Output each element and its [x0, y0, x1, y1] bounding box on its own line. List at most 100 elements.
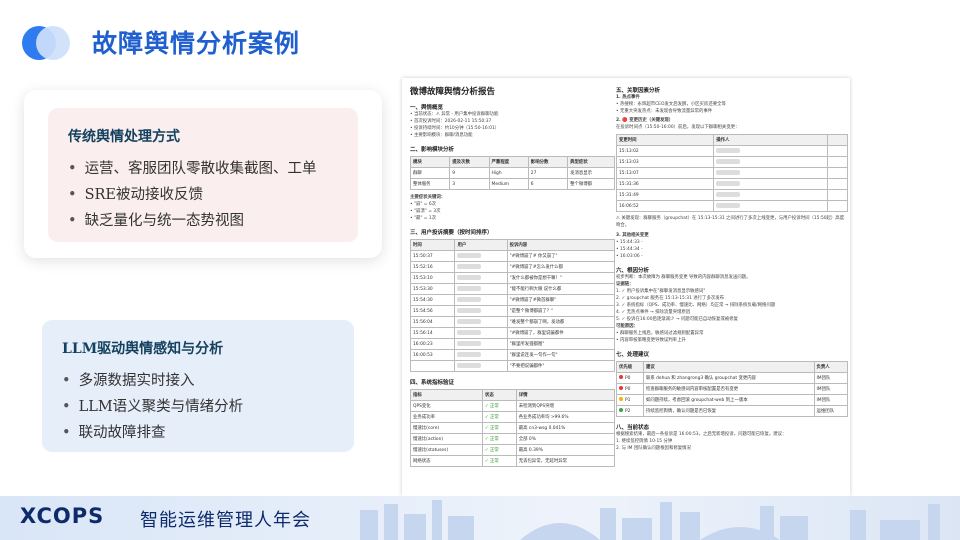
suggest-cell: P0: [616, 372, 644, 384]
complaints-cell: [454, 327, 508, 339]
suggest-cell: P2: [616, 405, 644, 417]
modules-header: 严重程度: [488, 156, 529, 168]
complaints-cell: [454, 316, 508, 328]
modules-row: 群聊 9 High 27 发消息显示: [409, 167, 615, 179]
change-cell: [827, 167, 848, 179]
redacted-user: [716, 192, 741, 197]
complaints-cell: "不要把说骗都件": [506, 360, 616, 372]
metrics-header: 指标: [410, 389, 483, 401]
complaints-row: 15:53:10 "发什么都被你是想干嘛！": [409, 272, 616, 284]
report-title: 微博故障舆情分析报告: [410, 87, 496, 97]
complaints-cell: "群里所发骚都图": [506, 338, 616, 350]
change-cell: [713, 167, 829, 179]
complaints-table: 时间 用户 投诉内容 15:50:37 "#微博崩了# 你又崩了" 15:52:16 "#微…: [409, 239, 616, 372]
redacted-user: [457, 352, 482, 357]
redacted-user: [716, 203, 741, 208]
modules-cell: 6: [527, 178, 569, 190]
change-cell: [827, 145, 848, 157]
section-root: 六、根因分析: [616, 268, 650, 274]
complaints-cell: [454, 360, 508, 372]
traditional-item: 缺乏量化与统一态势视图: [68, 208, 317, 234]
change-cell: 15:31:49: [615, 189, 715, 201]
other-change-item: • 15:44:34 -: [616, 247, 643, 252]
complaints-cell: 15:56:04: [409, 316, 456, 328]
suggest-cell: 如问题持续，考虑回滚 groupchat-web 到上一版本: [642, 394, 815, 406]
status-item: 2. 与 IM 团队确认问题根因和修复情况: [616, 446, 691, 451]
change-header: [827, 134, 848, 146]
hot-title: 1. 热点事件: [616, 95, 640, 100]
complaints-row: 15:53:30 "能不能行啊大眼 说什么都: [409, 283, 616, 295]
redacted-user: [457, 297, 482, 302]
priority-dot-icon: [619, 386, 623, 391]
suggest-table: 优先级 建议 负责人 P0 联系 dehua 和 zhangrong3 确认 group…: [616, 361, 849, 417]
root-judgement: 初步判断：本次故障为 群聊服务变更 导致的内容群聊消息发送问题。: [616, 275, 751, 280]
overview-item: • 首次投诉时间：2026-02-11 15:50:37: [410, 119, 492, 124]
metrics-row: QPS变化 ✓ 正常 未检测到QPS突增: [410, 400, 616, 412]
overview-item: • 主要影响模块：群聊/消息功能: [410, 133, 473, 138]
complaints-cell: 15:56:14: [409, 327, 456, 339]
metrics-row: 慢速比(core) ✓ 正常 最高 cn3-wsg 0.041%: [410, 422, 616, 434]
complaints-cell: "发什么都被你是想干嘛！": [506, 272, 616, 284]
keywords-title: 主要症状关键词：: [410, 195, 446, 200]
change-cell: 15:13:03: [615, 156, 715, 168]
chain-item: 1. ✓ 用户投诉集中在"群聊发消息显示敏感词": [616, 289, 706, 294]
modules-cell: 3: [449, 178, 490, 190]
footer-brand: XCOPS: [20, 504, 105, 528]
complaints-cell: [454, 305, 508, 317]
chain-item: 5. ✓ 投诉在16:00后逐渐减少 → 问题可能已自动恢复或被修复: [616, 317, 738, 322]
other-change-item: • 15:44:33 -: [616, 240, 643, 245]
section-status: 八、当前状态: [616, 425, 650, 431]
redacted-user: [716, 170, 741, 175]
metrics-cell: ✓ 正常: [481, 400, 517, 412]
redacted-user: [457, 275, 482, 280]
priority-dot-icon: [619, 408, 623, 413]
metrics-cell: ✓ 正常: [481, 455, 517, 467]
suggest-cell: 持续监控舆情，确认问题是否已恢复: [642, 405, 815, 417]
change-cell: [713, 200, 829, 212]
metrics-cell: 业务成功率: [410, 411, 483, 423]
complaints-row: "不要把说骗都件": [409, 360, 616, 372]
status-item: 根据搜索结果，最后一条投诉是 16:00:53，之后无新增投诉，问题可能已恢复。…: [616, 432, 787, 437]
complaints-cell: 15:54:56: [409, 305, 456, 317]
llm-item: 联动故障排查: [62, 420, 243, 446]
complaints-cell: 15:54:30: [409, 294, 456, 306]
priority-dot-icon: [619, 397, 623, 402]
suggest-cell: IM团队: [813, 383, 849, 395]
redacted-user: [457, 286, 482, 291]
metrics-header: 状态: [481, 389, 517, 401]
change-cell: [713, 145, 829, 157]
complaints-row: 16:00:53 "群里说连发一句作一句": [409, 349, 616, 361]
redacted-user: [716, 148, 741, 153]
complaints-cell: 16:00:23: [409, 338, 456, 350]
possible-title: 可能原因：: [616, 324, 638, 329]
complaints-cell: "#微博崩了# 你又崩了": [506, 250, 616, 262]
llm-item: 多源数据实时接入: [62, 368, 243, 394]
complaints-cell: 15:50:37: [409, 250, 456, 262]
change-cell: 15:13:07: [615, 167, 715, 179]
metrics-cell: 最高 cn3-wsg 0.041%: [515, 422, 616, 434]
redacted-user: [457, 319, 482, 324]
change-cell: 16:06:52: [615, 200, 715, 212]
llm-item: LLM语义聚类与情绪分析: [62, 394, 244, 420]
modules-header: 典型症状: [567, 156, 615, 168]
overview-item: • 投诉持续时间：约10分钟（15:50-16:01）: [410, 126, 500, 131]
complaints-cell: [454, 283, 508, 295]
metrics-cell: ✓ 正常: [481, 444, 517, 456]
footer-subtitle: 智能运维管理人年会: [140, 510, 311, 531]
hot-item: • 无重大突发热点：未发现会导致流量异常的事件: [616, 109, 713, 114]
suggest-cell: P0: [616, 383, 644, 395]
section-overview: 一、舆情概览: [410, 105, 444, 111]
metrics-cell: QPS变化: [410, 400, 483, 412]
section-complaints: 三、用户投诉摘要（按时间排序）: [410, 230, 493, 236]
change-cell: [827, 178, 848, 190]
complaints-cell: 15:53:10: [409, 272, 456, 284]
keyword-item: • "崩" = 6次: [410, 202, 437, 207]
change-cell: [827, 189, 848, 201]
change-row: 15:13:07: [615, 167, 848, 179]
modules-cell: Medium: [488, 178, 529, 190]
change-cell: [827, 156, 848, 168]
change-cell: [713, 189, 829, 201]
chain-list: 1. ✓ 用户投诉集中在"群聊发消息显示敏感词" 2. ✓ groupchat 服…: [616, 288, 848, 323]
suggest-header: 优先级: [616, 361, 644, 373]
complaints-header: 投诉内容: [506, 239, 616, 251]
